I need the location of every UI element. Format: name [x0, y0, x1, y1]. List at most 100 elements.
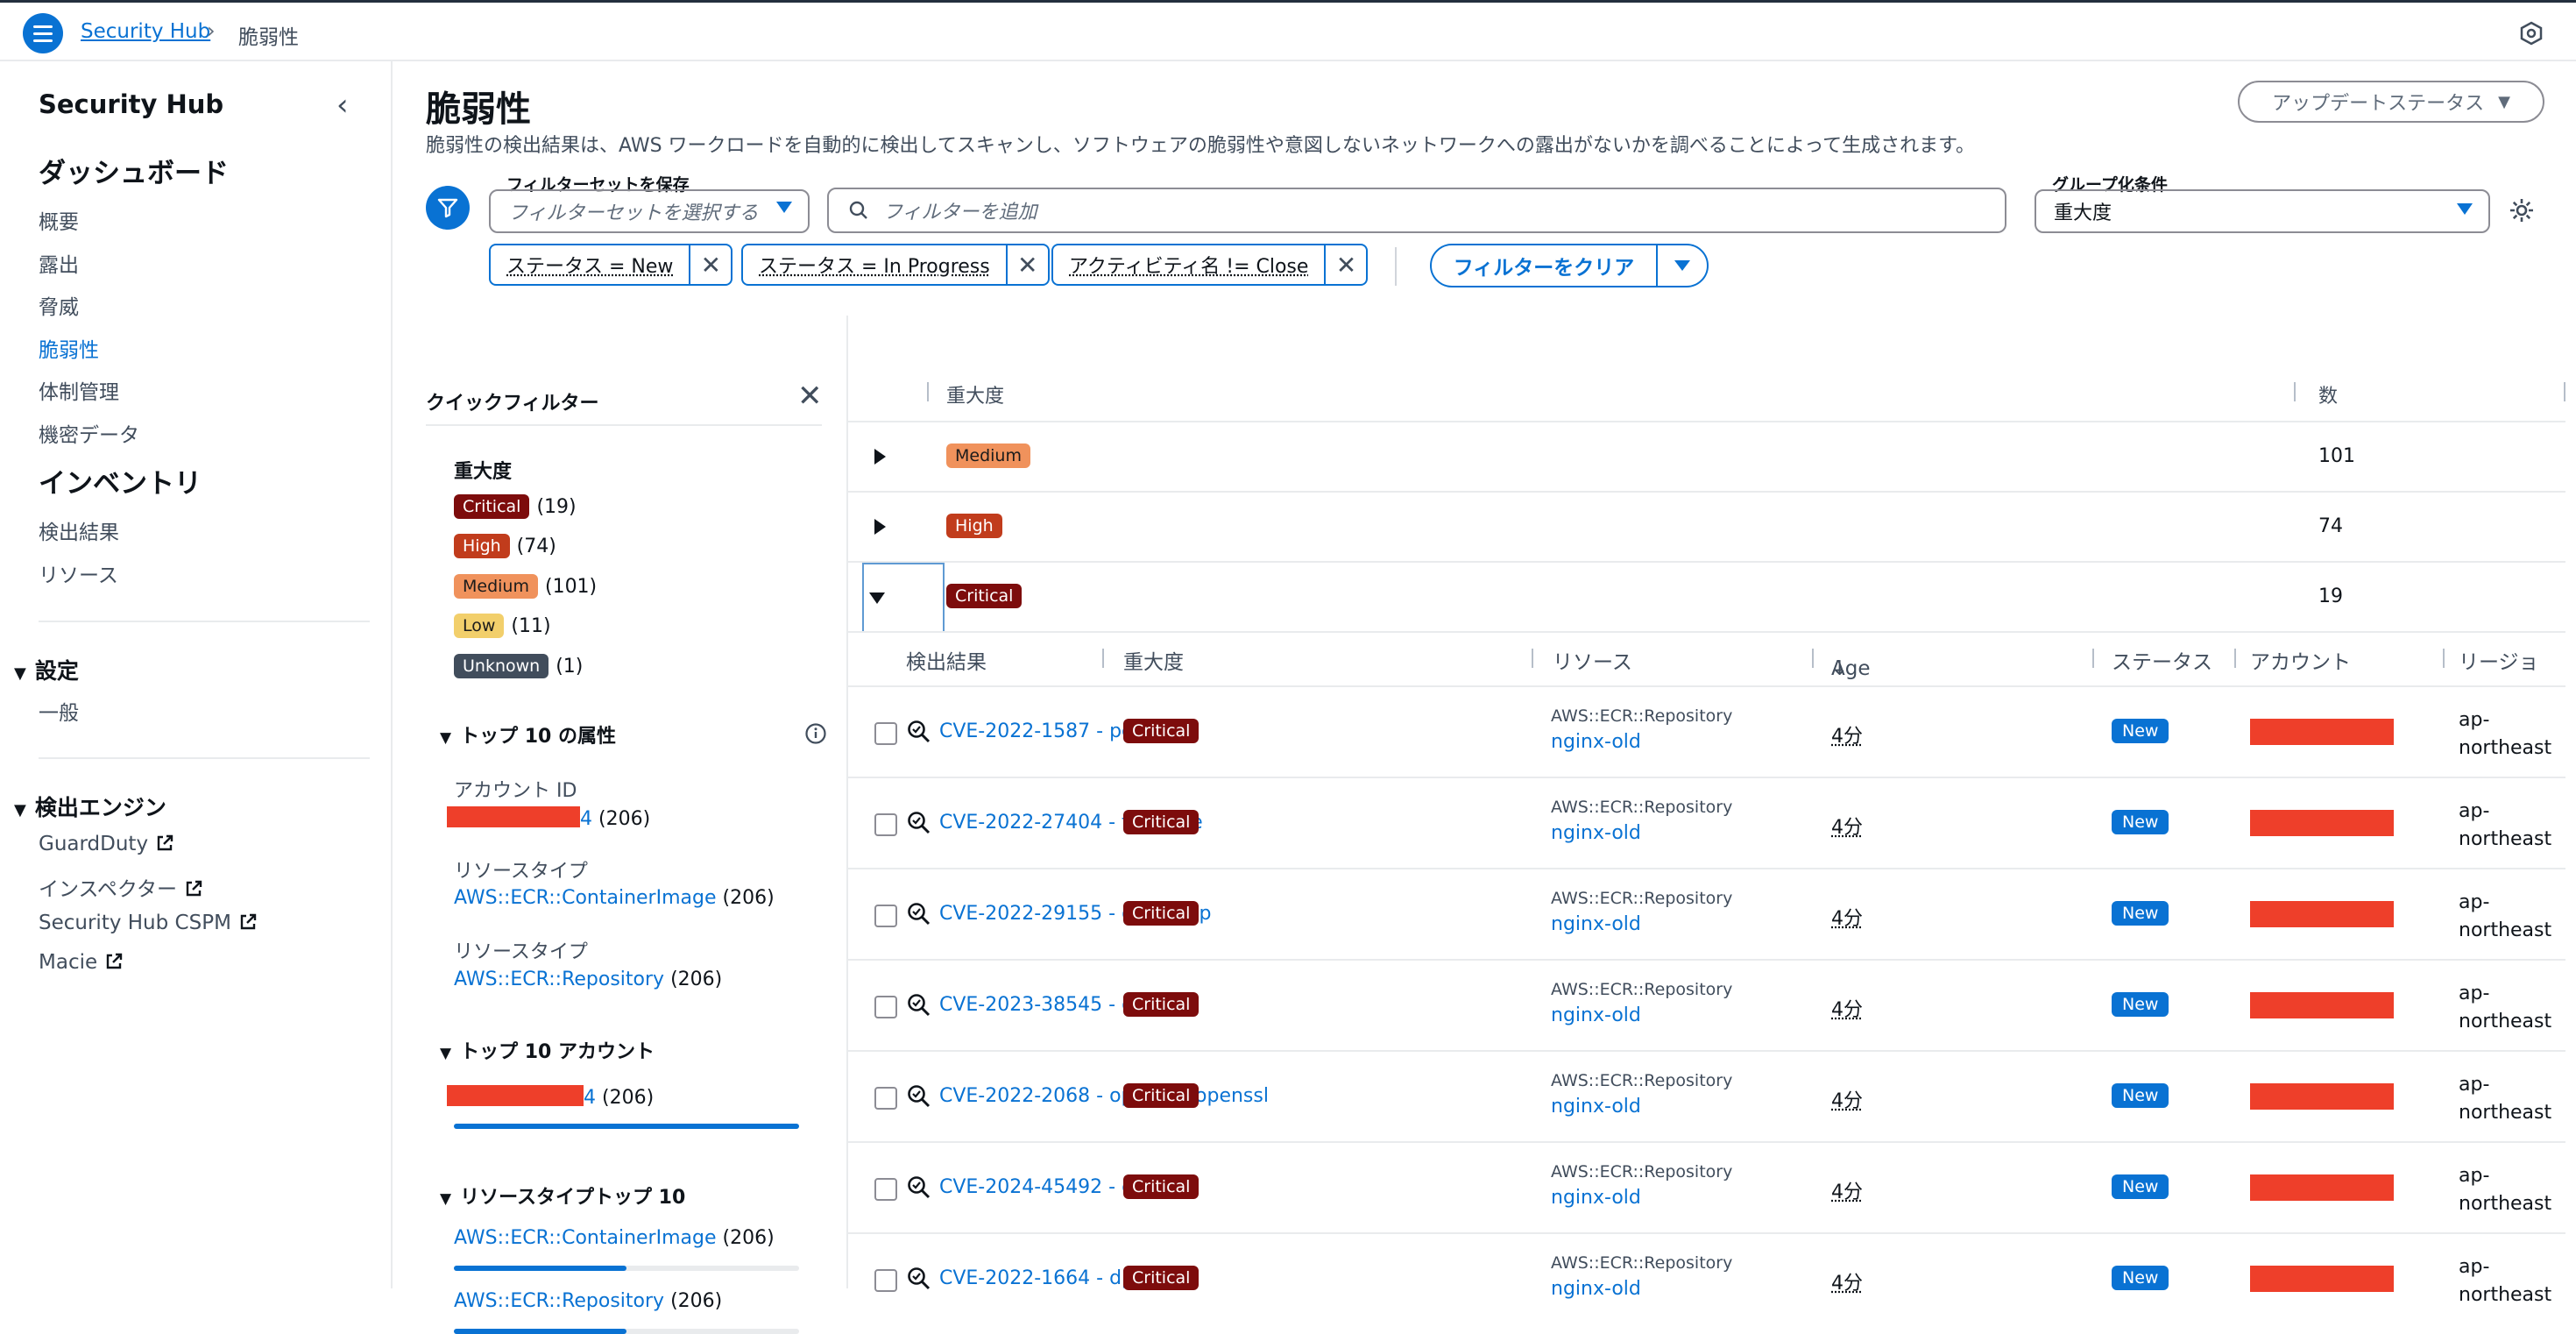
rt-item-link[interactable]: AWS::ECR::Repository: [454, 1290, 664, 1312]
sidebar-item-inspector[interactable]: インスペクター: [39, 872, 203, 902]
row-checkbox[interactable]: [874, 1269, 897, 1292]
sidebar-group-engines[interactable]: ▼ 検出エンジン: [14, 791, 166, 822]
notification-icon[interactable]: [2518, 20, 2544, 46]
table-row[interactable]: CVE-2022-29155 - openldap Critical AWS::…: [848, 868, 2565, 959]
caret-down-icon[interactable]: [869, 592, 885, 604]
top-account-link[interactable]: 4: [584, 1087, 596, 1109]
table-row[interactable]: CVE-2022-27404 - freetype Critical AWS::…: [848, 777, 2565, 868]
column-header-resource[interactable]: リソース: [1553, 645, 1632, 675]
table-row[interactable]: CVE-2022-1587 - pcre2 Critical AWS::ECR:…: [848, 685, 2565, 777]
filter-token[interactable]: ステータス = New ✕: [489, 244, 733, 286]
column-header-status[interactable]: ステータス: [2112, 645, 2212, 675]
account-id-label: アカウント ID: [454, 780, 577, 802]
clear-filters-dropdown[interactable]: [1658, 245, 1707, 286]
sidebar-item-posture[interactable]: 体制管理: [39, 375, 119, 405]
resource-type-value[interactable]: AWS::ECR::ContainerImage (206): [454, 887, 775, 909]
severity-filter-unknown[interactable]: Unknown (1): [454, 654, 583, 678]
row-checkbox[interactable]: [874, 905, 897, 927]
update-status-button[interactable]: アップデートステータス ▼: [2238, 81, 2544, 123]
sidebar-item-general[interactable]: 一般: [39, 696, 79, 726]
column-header-count[interactable]: 数: [2318, 380, 2338, 408]
resource-name-link[interactable]: nginx-old: [1551, 1096, 1641, 1118]
caret-down-icon: [776, 202, 792, 213]
column-header-severity[interactable]: 重大度: [1123, 645, 1184, 675]
sidebar-item-guardduty[interactable]: GuardDuty: [39, 833, 174, 855]
severity-filter-medium[interactable]: Medium (101): [454, 574, 597, 599]
severity-filter-critical[interactable]: Critical (19): [454, 494, 577, 519]
rt-item-link[interactable]: AWS::ECR::ContainerImage: [454, 1227, 717, 1249]
finding-age: 4分: [1831, 1273, 1863, 1295]
resource-name-link[interactable]: nginx-old: [1551, 1004, 1641, 1026]
clear-filters-button[interactable]: フィルターをクリア: [1430, 244, 1709, 287]
sidebar-item-sensitive-data[interactable]: 機密データ: [39, 418, 139, 448]
resource-type-link[interactable]: AWS::ECR::Repository: [454, 969, 664, 990]
table-row[interactable]: CVE-2023-38545 - curl Critical AWS::ECR:…: [848, 959, 2565, 1050]
close-icon[interactable]: ✕: [690, 245, 731, 284]
sidebar-item-macie[interactable]: Macie: [39, 951, 124, 974]
info-icon[interactable]: [804, 722, 827, 745]
top-account-value[interactable]: 4 (206): [447, 1085, 654, 1109]
breadcrumb-root-link[interactable]: Security Hub: [81, 20, 210, 43]
caret-right-icon[interactable]: [874, 449, 886, 465]
severity-filter-low[interactable]: Low (11): [454, 614, 551, 638]
filter-icon[interactable]: [426, 186, 470, 230]
resource-name-link[interactable]: nginx-old: [1551, 731, 1641, 753]
resource-name-link[interactable]: nginx-old: [1551, 1278, 1641, 1300]
group-row-critical[interactable]: Critical 19: [848, 561, 2565, 633]
sidebar-item-threats[interactable]: 脅威: [39, 290, 79, 320]
account-id-value[interactable]: 4 (206): [447, 806, 650, 830]
column-header-account[interactable]: アカウント: [2250, 645, 2351, 675]
sidebar-section-inventory[interactable]: インベントリ: [39, 461, 202, 500]
caret-right-icon[interactable]: [874, 519, 886, 535]
top-attributes-toggle[interactable]: ▼ トップ 10 の属性: [440, 720, 616, 749]
filter-token[interactable]: アクティビティ名 != Close ✕: [1051, 244, 1369, 286]
settings-icon[interactable]: [2508, 196, 2536, 224]
resource-name-link[interactable]: nginx-old: [1551, 822, 1641, 844]
group-row-medium[interactable]: Medium 101: [848, 421, 2565, 491]
rt-item[interactable]: AWS::ECR::ContainerImage (206): [454, 1227, 775, 1249]
chevron-left-icon[interactable]: ‹: [336, 88, 349, 123]
row-checkbox[interactable]: [874, 1087, 897, 1110]
resource-types-toggle[interactable]: ▼ リソースタイプトップ 10: [440, 1181, 685, 1210]
table-row[interactable]: CVE-2022-2068 - openssl, openssl Critica…: [848, 1050, 2565, 1141]
resource-name-link[interactable]: nginx-old: [1551, 1187, 1641, 1209]
column-header-finding[interactable]: 検出結果: [906, 645, 987, 675]
status-badge: New: [2112, 1266, 2169, 1290]
rt-item[interactable]: AWS::ECR::Repository (206): [454, 1290, 722, 1312]
sidebar-item-resources[interactable]: リソース: [39, 558, 118, 588]
account-id-link[interactable]: 4: [580, 808, 592, 830]
menu-icon[interactable]: [23, 13, 63, 53]
column-header-severity[interactable]: 重大度: [946, 380, 1004, 408]
sidebar-item-vulnerabilities[interactable]: 脆弱性: [39, 333, 99, 363]
close-icon[interactable]: ✕: [1326, 245, 1366, 284]
resource-types-heading: リソースタイプトップ 10: [460, 1187, 686, 1209]
row-checkbox[interactable]: [874, 722, 897, 745]
close-icon[interactable]: ✕: [797, 379, 823, 414]
sidebar-section-dashboard[interactable]: ダッシュボード: [39, 151, 229, 190]
row-checkbox[interactable]: [874, 813, 897, 836]
table-row[interactable]: CVE-2022-1664 - dpkg Critical AWS::ECR::…: [848, 1232, 2565, 1323]
sidebar-item-overview[interactable]: 概要: [39, 205, 79, 235]
row-checkbox[interactable]: [874, 996, 897, 1018]
sidebar-item-exposure[interactable]: 露出: [39, 248, 79, 278]
filter-set-select[interactable]: フィルターセットを選択する: [489, 189, 810, 233]
filter-token[interactable]: ステータス = In Progress ✕: [741, 244, 1050, 286]
close-icon[interactable]: ✕: [1008, 245, 1048, 284]
status-badge: New: [2112, 719, 2169, 743]
resource-name-link[interactable]: nginx-old: [1551, 913, 1641, 935]
group-row-high[interactable]: High 74: [848, 491, 2565, 561]
table-row[interactable]: CVE-2024-45492 - expat Critical AWS::ECR…: [848, 1141, 2565, 1232]
column-header-region[interactable]: リージョ: [2459, 645, 2539, 675]
top-accounts-toggle[interactable]: ▼ トップ 10 アカウント: [440, 1036, 655, 1064]
severity-filter-high[interactable]: High (74): [454, 534, 556, 558]
caret-down-icon: ▼: [14, 801, 26, 820]
resource-type-value[interactable]: AWS::ECR::Repository (206): [454, 969, 722, 990]
sidebar-item-cspm[interactable]: Security Hub CSPM: [39, 912, 258, 934]
row-checkbox[interactable]: [874, 1178, 897, 1201]
filter-search-input[interactable]: フィルターを追加: [827, 188, 2006, 233]
sidebar-item-findings[interactable]: 検出結果: [39, 515, 119, 545]
group-by-select[interactable]: 重大度: [2035, 189, 2490, 233]
resource-type-link[interactable]: AWS::ECR::ContainerImage: [454, 887, 717, 909]
finding-title-link[interactable]: CVE-2022-2068 - openssl, openssl: [939, 1085, 1269, 1107]
sidebar-group-settings[interactable]: ▼ 設定: [14, 654, 79, 685]
